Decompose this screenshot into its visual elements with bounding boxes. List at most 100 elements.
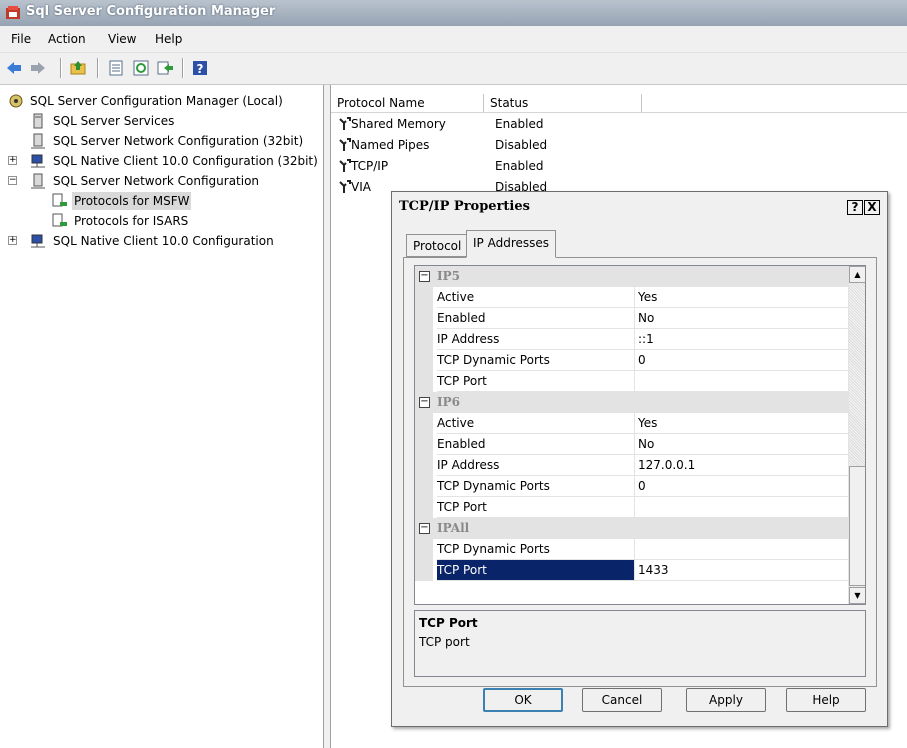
scroll-down-button[interactable]: ▼	[849, 587, 865, 604]
tab-protocol[interactable]: Protocol	[406, 234, 469, 257]
property-row[interactable]: Enabled No	[415, 434, 848, 455]
network-client-icon	[30, 233, 46, 249]
property-category[interactable]: − IPAll	[415, 518, 848, 539]
protocol-status: Disabled	[495, 138, 548, 152]
property-name: Enabled	[437, 434, 635, 455]
menu-action[interactable]: Action	[48, 32, 86, 46]
property-name: TCP Dynamic Ports	[437, 539, 635, 560]
property-row[interactable]: TCP Port	[415, 371, 848, 392]
refresh-icon[interactable]	[132, 59, 150, 77]
property-value[interactable]	[635, 539, 848, 560]
menu-view[interactable]: View	[108, 32, 136, 46]
property-row[interactable]: IP Address 127.0.0.1	[415, 455, 848, 476]
ok-button[interactable]: OK	[483, 688, 563, 712]
property-value[interactable]: 0	[635, 350, 848, 371]
scroll-thumb[interactable]	[849, 466, 865, 586]
help-button[interactable]: Help	[786, 688, 866, 712]
property-name: TCP Port	[437, 497, 635, 518]
collapse-icon[interactable]: −	[419, 523, 430, 534]
column-header-protocol-name[interactable]: Protocol Name	[331, 94, 484, 113]
tree-item-label: SQL Native Client 10.0 Configuration (32…	[53, 154, 318, 168]
description-title: TCP Port	[419, 616, 478, 630]
up-folder-icon[interactable]	[69, 59, 87, 77]
expand-icon[interactable]: +	[8, 156, 17, 165]
list-item[interactable]: Named Pipes Disabled	[337, 135, 897, 155]
property-category[interactable]: − IP6	[415, 392, 848, 413]
collapse-icon[interactable]: −	[419, 271, 430, 282]
tree-item-sql-server-services[interactable]: SQL Server Services	[30, 112, 320, 130]
property-row[interactable]: TCP Dynamic Ports 0	[415, 350, 848, 371]
property-name: TCP Port	[437, 560, 635, 581]
property-grid: − IP5 Active Yes Enabled No IP Address::1 TCP D…	[414, 265, 866, 605]
toolbar-separator	[60, 58, 62, 78]
tree-item-protocols-isars[interactable]: Protocols for ISARS	[52, 212, 252, 230]
collapse-icon[interactable]: −	[419, 397, 430, 408]
property-name: IP Address	[437, 329, 635, 350]
menu-bar: File Action View Help	[0, 26, 907, 53]
tree-item-label: Protocols for ISARS	[74, 214, 189, 228]
property-row[interactable]: TCP Port	[415, 497, 848, 518]
row-gutter	[415, 434, 433, 455]
tcpip-properties-dialog: TCP/IP Properties ? X Protocol IP Addres…	[391, 191, 888, 727]
toolbar-separator	[97, 58, 99, 78]
close-button[interactable]: X	[864, 200, 880, 215]
column-header-status[interactable]: Status	[484, 94, 642, 113]
menu-file[interactable]: File	[11, 32, 31, 46]
description-text: TCP port	[419, 635, 470, 649]
property-value[interactable]: 127.0.0.1	[635, 455, 848, 476]
forward-arrow-icon[interactable]	[29, 59, 47, 77]
property-name: TCP Dynamic Ports	[437, 476, 635, 497]
column-header-empty	[642, 94, 907, 113]
list-item[interactable]: Shared Memory Enabled	[337, 114, 897, 134]
apply-button[interactable]: Apply	[686, 688, 766, 712]
row-gutter	[415, 287, 433, 308]
tree-root[interactable]: SQL Server Configuration Manager (Local)	[8, 92, 318, 110]
back-arrow-icon[interactable]	[5, 59, 23, 77]
list-item[interactable]: TCP/IP Enabled	[337, 156, 897, 176]
window-titlebar[interactable]: Sql Server Configuration Manager	[0, 0, 907, 26]
property-value[interactable]: No	[635, 434, 848, 455]
collapse-icon[interactable]: −	[8, 176, 17, 185]
property-value[interactable]: Yes	[635, 287, 848, 308]
property-name: Active	[437, 287, 635, 308]
expand-icon[interactable]: +	[8, 236, 17, 245]
tree-item-native-client[interactable]: + SQL Native Client 10.0 Configuration	[8, 232, 308, 250]
property-value[interactable]: ::1	[635, 329, 848, 350]
help-question-button[interactable]: ?	[847, 200, 863, 215]
menu-help[interactable]: Help	[155, 32, 182, 46]
property-row[interactable]: Enabled No	[415, 308, 848, 329]
property-value[interactable]: Yes	[635, 413, 848, 434]
property-value[interactable]	[635, 371, 848, 392]
row-gutter	[415, 308, 433, 329]
vertical-scrollbar[interactable]: ▲ ▼	[848, 266, 865, 604]
property-row[interactable]: TCP Dynamic Ports	[415, 539, 848, 560]
pane-splitter[interactable]	[323, 85, 331, 748]
property-row[interactable]: Active Yes	[415, 287, 848, 308]
property-value[interactable]: 1433	[635, 560, 848, 581]
tree-item-network-config-32bit[interactable]: SQL Server Network Configuration (32bit)	[30, 132, 320, 150]
tree-item-label: SQL Server Services	[53, 114, 175, 128]
properties-icon[interactable]	[107, 59, 125, 77]
property-value[interactable]: No	[635, 308, 848, 329]
tree-item-protocols-msfw[interactable]: Protocols for MSFW	[52, 192, 252, 210]
property-row[interactable]: Active Yes	[415, 413, 848, 434]
property-row[interactable]: TCP Port 1433	[415, 560, 848, 581]
dialog-titlebar[interactable]: TCP/IP Properties ? X	[392, 192, 887, 222]
protocol-status: Enabled	[495, 117, 544, 131]
cancel-button[interactable]: Cancel	[582, 688, 662, 712]
property-row[interactable]: IP Address::1	[415, 329, 848, 350]
tree-item-native-client-32bit[interactable]: + SQL Native Client 10.0 Configuration (…	[8, 152, 323, 170]
category-label: IPAll	[437, 521, 470, 535]
property-value[interactable]	[635, 497, 848, 518]
tree-item-network-config[interactable]: − SQL Server Network Configuration	[8, 172, 318, 190]
row-gutter	[415, 560, 433, 581]
tab-ip-addresses[interactable]: IP Addresses	[466, 230, 557, 258]
export-icon[interactable]	[156, 59, 174, 77]
property-category[interactable]: − IP5	[415, 266, 848, 287]
help-icon[interactable]: ?	[191, 59, 209, 77]
property-value[interactable]: 0	[635, 476, 848, 497]
scroll-up-button[interactable]: ▲	[849, 266, 865, 283]
row-gutter	[415, 371, 433, 392]
property-row[interactable]: TCP Dynamic Ports 0	[415, 476, 848, 497]
row-gutter	[415, 497, 433, 518]
